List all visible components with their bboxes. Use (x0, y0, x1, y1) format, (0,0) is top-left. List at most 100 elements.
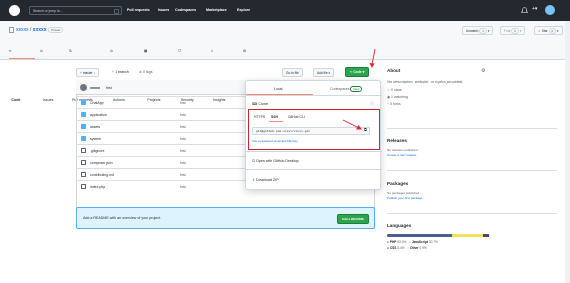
releases-section: Releases No releases published Create a … (387, 138, 418, 157)
visibility-badge: Private (47, 27, 64, 33)
clone-label: Clone (258, 102, 268, 106)
commit-author[interactable]: xxxxx (90, 86, 100, 90)
language-item-other[interactable]: ● Other 0.9% (407, 246, 427, 250)
gear-icon[interactable]: ⚙ (481, 68, 485, 74)
tab-insights[interactable]: ⌗ Insights (211, 49, 225, 102)
avatar[interactable] (545, 5, 555, 15)
tab-code[interactable]: ‹› Code (9, 49, 20, 102)
tab-issues-label: Issues (43, 98, 54, 102)
folder-icon (81, 100, 86, 105)
file-name[interactable]: .gitignore (90, 149, 104, 153)
help-icon[interactable]: ⓘ (370, 101, 374, 107)
download-zip-label: Download ZIP (256, 178, 279, 182)
file-name[interactable]: contributing.md (90, 173, 114, 177)
add-readme-button[interactable]: Add a README (336, 214, 369, 224)
unwatch-count: 1 (479, 27, 487, 34)
tab-issues[interactable]: ⊙ Issues (40, 49, 53, 102)
file-icon (81, 160, 86, 165)
slash-key-icon (114, 8, 119, 14)
packages-section: Packages No packages published Publish y… (387, 181, 422, 200)
file-name[interactable]: ChatApp (90, 101, 104, 105)
repo-owner-link[interactable]: xxxxx (16, 27, 29, 33)
unwatch-button[interactable]: Unwatch 1 ▾ (462, 26, 494, 35)
publish-package-link[interactable]: Publish your first package (387, 196, 422, 200)
file-name[interactable]: application (90, 113, 107, 117)
open-desktop-item[interactable]: ⊡ Open with GitHub Desktop (252, 159, 299, 163)
language-legend: ● CSS 5.4% ● Other 0.9% (387, 246, 557, 250)
file-name[interactable]: system (90, 137, 101, 141)
readme-banner: Add a README with an overview of your pr… (76, 207, 375, 229)
commit-message[interactable]: first (106, 86, 112, 90)
file-commit-message[interactable]: first (180, 161, 186, 165)
file-commit-message[interactable]: first (180, 149, 186, 153)
file-commit-message[interactable]: first (180, 101, 186, 105)
watching-label: 1 watching (391, 95, 408, 99)
download-zip-item[interactable]: ⇩ Download ZIP (252, 178, 279, 182)
language-item-php[interactable]: ● PHP 63.0% (387, 240, 406, 244)
file-commit-message[interactable]: first (180, 173, 186, 177)
open-desktop-label: Open with GitHub Desktop (256, 159, 299, 163)
fork-label: Fork (504, 28, 511, 33)
tab-local[interactable]: Local (274, 87, 282, 91)
stars-link[interactable]: ☆ 0 stars (387, 88, 557, 92)
file-name[interactable]: assets (90, 125, 100, 129)
new-badge: New (350, 86, 363, 92)
about-description: No description, website, or topics provi… (387, 79, 464, 84)
create-release-link[interactable]: Create a new release (387, 153, 418, 157)
repo-name-link[interactable]: xxxxx (33, 27, 47, 33)
fork-button[interactable]: Fork 0 ▾ (500, 26, 526, 35)
nav-pull-requests[interactable]: Pull requests (127, 8, 150, 12)
file-icon (81, 148, 86, 153)
file-name[interactable]: index.php (90, 185, 105, 189)
go-to-file-button[interactable]: Go to file (282, 68, 303, 77)
active-tab-indicator (9, 58, 35, 60)
packages-title[interactable]: Packages (387, 181, 422, 186)
language-percent: 0.9% (419, 245, 427, 250)
file-icon (81, 184, 86, 189)
clone-highlight-box (248, 109, 380, 150)
branch-select[interactable]: ⑂ master ▾ (76, 68, 100, 77)
forks-link[interactable]: ⑂ 0 forks (387, 102, 557, 106)
language-item-javascript[interactable]: ● JavaScript 30.7% (409, 240, 438, 244)
nav-marketplace[interactable]: Marketplace (206, 8, 227, 12)
nav-explore[interactable]: Explore (237, 8, 250, 12)
watching-link[interactable]: ◉ 1 watching (387, 95, 557, 99)
commit-author-avatar (80, 84, 87, 91)
nav-codespaces[interactable]: Codespaces (175, 8, 196, 12)
language-item-css[interactable]: ● CSS 5.4% (387, 246, 405, 250)
github-logo-icon[interactable] (9, 5, 20, 16)
forks-label: 0 forks (390, 102, 401, 106)
dropdown-divider (246, 169, 382, 170)
tab-projects[interactable]: ▦ Projects (144, 49, 160, 102)
global-header: Search or jump to... Pull requests Issue… (0, 0, 570, 21)
language-name: PHP (389, 239, 397, 244)
file-commit-message[interactable]: first (180, 113, 186, 117)
search-placeholder: Search or jump to... (33, 9, 63, 13)
add-file-button[interactable]: Add file ▾ (313, 68, 335, 77)
tab-settings[interactable]: ⚙ Settings (243, 49, 259, 102)
nav-issues[interactable]: Issues (158, 8, 169, 12)
tags-link[interactable]: ⊘ 0 tags (139, 70, 152, 74)
star-button[interactable]: ☆ Star 0 ▾ (534, 26, 563, 35)
branches-label: 1 branch (115, 70, 129, 74)
plus-icon[interactable]: +▾ (532, 6, 537, 12)
tab-pull-requests[interactable]: ⇅ Pull requests (69, 49, 93, 102)
tags-label: 0 tags (142, 70, 153, 74)
file-commit-message[interactable]: first (180, 137, 186, 141)
file-name[interactable]: composer.json (90, 161, 113, 165)
releases-title[interactable]: Releases (387, 138, 418, 143)
red-arrow-icon (369, 48, 376, 68)
scrollbar[interactable] (565, 21, 570, 283)
tab-actions[interactable]: ⊙ Actions (110, 49, 125, 102)
tab-security[interactable]: ⛉ Security (178, 49, 194, 102)
bell-icon[interactable] (521, 7, 528, 14)
language-name: CSS (389, 245, 397, 250)
file-commit-message[interactable]: first (180, 185, 186, 189)
code-button-label: Code (353, 70, 362, 74)
branches-link[interactable]: ⑂ 1 branch (112, 70, 129, 74)
languages-title: Languages (387, 223, 412, 228)
add-file-label: Add file (317, 70, 328, 75)
file-commit-message[interactable]: first (180, 125, 186, 129)
tab-codespaces[interactable]: Codespaces New (330, 86, 363, 92)
search-input[interactable]: Search or jump to... (29, 6, 122, 15)
